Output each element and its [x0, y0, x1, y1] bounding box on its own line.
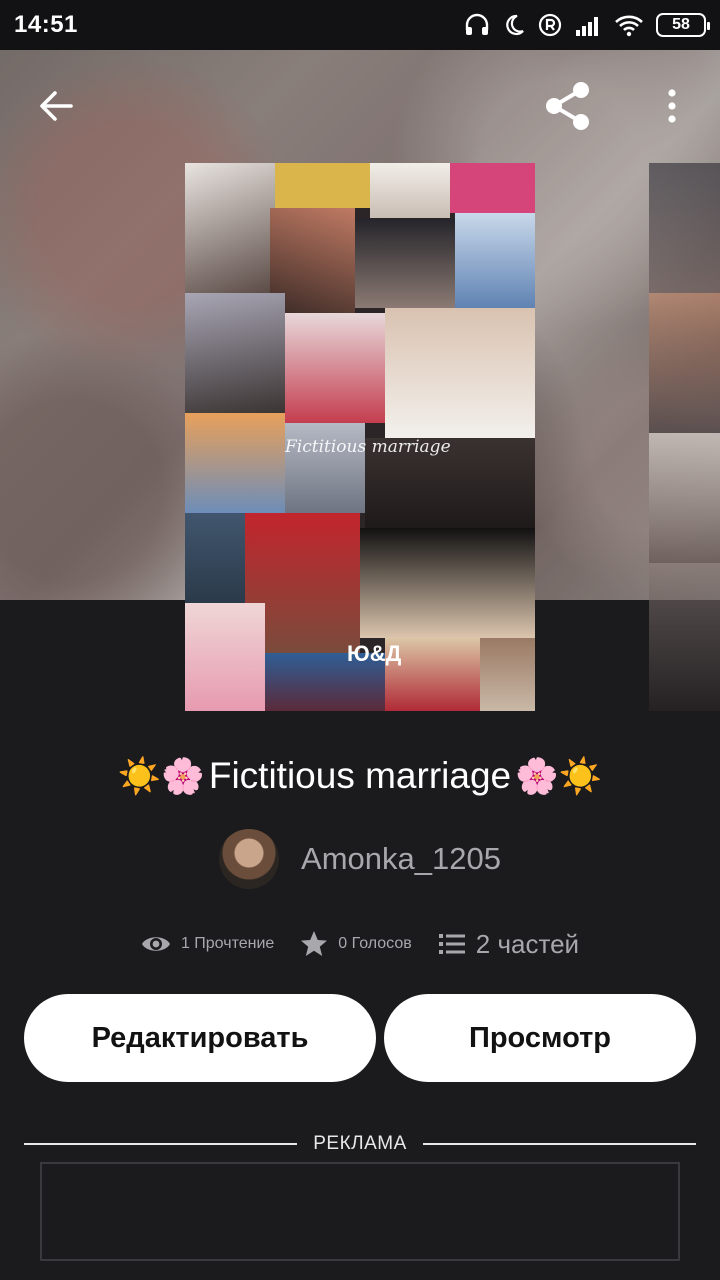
- story-title: Fictitious marriage: [208, 755, 512, 796]
- cover-collage-tile: [649, 163, 720, 293]
- status-icons: 58: [464, 13, 710, 37]
- votes-count: 0 Голосов: [338, 935, 412, 952]
- edit-button[interactable]: Редактировать: [24, 994, 376, 1082]
- reads-count: 1 Прочтение: [180, 935, 275, 952]
- cover-collage-tile: [360, 528, 535, 638]
- ad-header: РЕКЛАМА: [24, 1130, 696, 1158]
- cover-caption: Fictitious marriage: [285, 437, 451, 457]
- story-title-row: ☀️🌸 Fictitious marriage 🌸☀️: [0, 748, 720, 804]
- more-vertical-icon: [668, 89, 676, 123]
- list-icon: [438, 934, 465, 954]
- cover-initials: Ю&Д: [347, 641, 402, 666]
- cover-collage-tile: [649, 433, 720, 563]
- title-emoji-prefix: ☀️🌸: [117, 756, 205, 796]
- cover-collage-tile: [285, 313, 385, 423]
- battery-icon: 58: [656, 13, 710, 37]
- cover-collage-tile: [185, 293, 285, 413]
- cover-collage-tile: [480, 638, 535, 711]
- parts-count: 2 частей: [475, 928, 580, 959]
- ad-slot[interactable]: [40, 1162, 680, 1261]
- star-icon: [301, 931, 328, 956]
- ad-label: РЕКЛАМА: [313, 1133, 407, 1154]
- votes-stat: 0 Голосов: [300, 930, 412, 958]
- cover-collage-tile: [649, 293, 720, 433]
- story-actions: Редактировать Просмотр: [24, 994, 696, 1082]
- registered-icon: [538, 13, 562, 37]
- more-options-button[interactable]: [644, 78, 700, 134]
- author-row[interactable]: Amonka_1205: [0, 828, 720, 890]
- eye-icon: [141, 937, 170, 951]
- moon-icon: [506, 14, 524, 36]
- back-button[interactable]: [28, 78, 84, 134]
- cover-collage-tile: [185, 163, 275, 293]
- ad-divider-right: [422, 1143, 696, 1145]
- next-story-cover[interactable]: [649, 163, 720, 711]
- signal-icon: [576, 17, 598, 36]
- parts-stat: 2 частей: [438, 929, 579, 960]
- story-cover[interactable]: Fictitious marriage Ю&Д: [185, 163, 535, 711]
- status-bar: 14:51 58: [0, 0, 720, 50]
- cover-collage-tile: [370, 163, 450, 218]
- ad-divider-left: [24, 1143, 298, 1145]
- cover-collage-tile: [185, 513, 245, 603]
- cover-collage-tile: [355, 218, 455, 308]
- headphones-icon: [465, 13, 489, 35]
- arrow-left-icon: [40, 91, 73, 121]
- share-icon: [546, 82, 589, 130]
- status-time: 14:51: [14, 11, 78, 38]
- reads-stat: 1 Прочтение: [141, 933, 274, 955]
- author-avatar[interactable]: [219, 829, 280, 889]
- battery-level: 58: [672, 16, 690, 33]
- cover-collage-tile: [185, 603, 265, 711]
- share-button[interactable]: [540, 78, 596, 134]
- cover-collage-tile: [455, 213, 535, 313]
- cover-collage-tile: [185, 413, 285, 513]
- cover-collage-tile: [385, 308, 535, 438]
- story-stats: 1 Прочтение 0 Голосов 2 частей: [0, 922, 720, 966]
- wifi-icon: [615, 15, 643, 37]
- title-emoji-suffix: 🌸☀️: [515, 756, 603, 796]
- cover-collage-tile: [275, 163, 370, 208]
- preview-button[interactable]: Просмотр: [384, 994, 696, 1082]
- cover-collage-tile: [649, 563, 720, 711]
- cover-collage-tile: [450, 163, 535, 213]
- author-name[interactable]: Amonka_1205: [301, 841, 501, 877]
